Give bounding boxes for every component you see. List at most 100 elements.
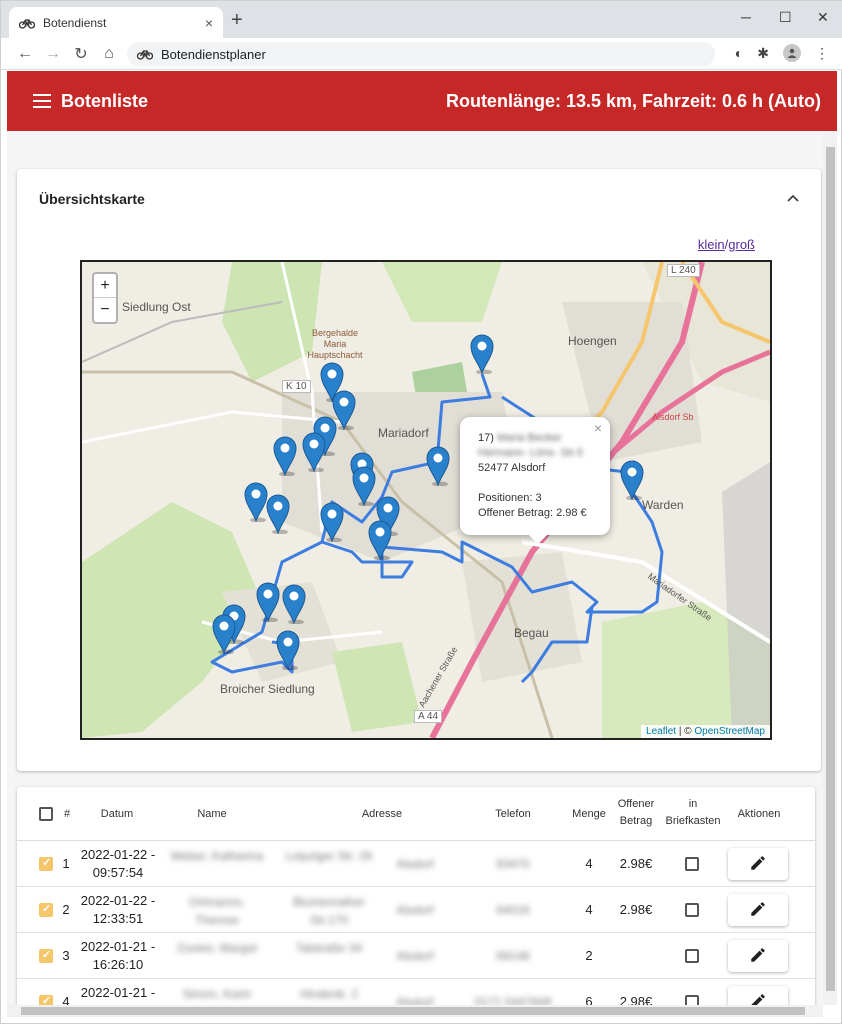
popup-name: Maria Becker [496, 432, 562, 444]
edit-button[interactable] [728, 848, 788, 880]
maximize-button[interactable]: ☐ [779, 9, 792, 26]
zoom-out-button[interactable]: − [94, 298, 116, 322]
vertical-scrollbar[interactable] [823, 131, 837, 1005]
route-map[interactable]: Siedlung Ost Hoengen Mariadorf Warden Be… [80, 260, 772, 740]
app-header: Botenliste Routenlänge: 13.5 km, Fahrzei… [7, 71, 837, 131]
row-quantity: 4 [585, 856, 593, 871]
chevron-up-icon[interactable] [787, 189, 799, 205]
map-marker-icon[interactable] [470, 334, 494, 374]
row-select-checkbox[interactable] [39, 856, 53, 871]
page-title: Botenliste [61, 90, 149, 111]
map-marker-icon[interactable] [276, 630, 300, 670]
pencil-icon [749, 946, 767, 967]
tab-strip: Botendienst × + ─ ☐ ✕ [1, 1, 842, 38]
row-date-day: 2022-01-22 - [80, 847, 156, 862]
select-all-checkbox[interactable] [39, 807, 53, 821]
map-card: Übersichtskarte klein/groß Siedlung Ost … [17, 169, 821, 771]
row-mailbox-checkbox[interactable] [685, 903, 699, 917]
row-date-time: 12:33:51 [92, 911, 144, 926]
map-marker-icon[interactable] [620, 460, 644, 500]
header-briefkasten-label: Briefkasten [665, 815, 721, 827]
row-mailbox-checkbox[interactable] [685, 857, 699, 871]
tab-close-icon[interactable]: × [205, 15, 213, 31]
row-date-day: 2022-01-21 - [80, 939, 156, 954]
row-number: 3 [62, 948, 70, 963]
home-icon[interactable]: ⌂ [95, 45, 123, 63]
map-marker-icon[interactable] [266, 494, 290, 534]
profile-avatar-icon[interactable] [783, 44, 801, 62]
row-name: Zucker, Margot [163, 939, 271, 957]
back-icon[interactable]: ← [11, 45, 39, 63]
row-number: 2 [62, 902, 70, 917]
vertical-scroll-thumb[interactable] [826, 147, 835, 991]
route-info: Routenlänge: 13.5 km, Fahrzeit: 0.6 h (A… [445, 90, 821, 111]
hamburger-menu-icon[interactable] [33, 94, 51, 108]
close-window-button[interactable]: ✕ [817, 9, 829, 26]
row-date-time: 16:26:10 [92, 957, 144, 972]
menu-dots-icon[interactable]: ⋮ [815, 45, 829, 62]
map-label-hoengen: Hoengen [568, 334, 617, 348]
map-marker-icon[interactable] [352, 466, 376, 506]
row-street-line1: Talstraße 34 [295, 941, 363, 955]
pencil-icon [749, 854, 767, 875]
forward-icon[interactable]: → [39, 45, 67, 63]
header-adresse: Adresse [361, 808, 403, 820]
map-marker-icon[interactable] [368, 520, 392, 560]
popup-street: Hermann- Löns- Str.5 [478, 447, 584, 459]
map-label-begau: Begau [514, 626, 549, 640]
map-marker-icon[interactable] [302, 432, 326, 472]
reload-icon[interactable]: ↻ [67, 44, 95, 64]
map-size-large-link[interactable]: groß [728, 237, 755, 252]
map-size-links: klein/groß [698, 237, 755, 252]
header-menge: Menge [572, 808, 606, 820]
zoom-in-button[interactable]: + [94, 274, 116, 298]
map-marker-icon[interactable] [212, 614, 236, 654]
row-street-line2: Str.170 [309, 913, 349, 927]
row-select-checkbox[interactable] [39, 948, 53, 963]
map-label-bergehalde: Bergehalde Maria Hauptschacht [307, 328, 363, 360]
table-row: 3 2022-01-21 - 16:26:10 Zucker, Margot Talst… [17, 933, 815, 979]
reading-mode-icon[interactable]: ◐ [735, 45, 743, 61]
popup-close-icon[interactable]: × [594, 421, 602, 436]
row-phone: 64016 [496, 903, 530, 917]
row-street: Blumenrather Str.170 [279, 893, 379, 929]
popup-positions: Positionen: 3 [478, 492, 542, 504]
row-name: Weber, Katharina [163, 847, 271, 865]
minimize-button[interactable]: ─ [741, 9, 751, 25]
main-content: Übersichtskarte klein/groß Siedlung Ost … [7, 131, 823, 1013]
address-bar[interactable]: Botendienstplaner [127, 42, 715, 66]
row-name: Ortmanns, Therese [163, 893, 271, 929]
row-name: Simon, Karin [163, 985, 271, 1003]
map-marker-icon[interactable] [244, 482, 268, 522]
header-betrag: Betrag [619, 815, 653, 827]
map-marker-icon[interactable] [426, 446, 450, 486]
horizontal-scrollbar[interactable] [7, 1005, 823, 1017]
row-city: Alsdorf [396, 857, 434, 871]
map-marker-icon[interactable] [282, 584, 306, 624]
edit-button[interactable] [728, 894, 788, 926]
map-marker-icon[interactable] [273, 436, 297, 476]
row-name-line1: Weber, Katharina [170, 849, 264, 863]
horizontal-scroll-thumb[interactable] [21, 1007, 805, 1015]
leaflet-link[interactable]: Leaflet [646, 726, 676, 737]
bicycle-icon [137, 48, 153, 60]
browser-tab[interactable]: Botendienst × [9, 7, 223, 38]
map-size-small-link[interactable]: klein [698, 237, 725, 252]
row-select-checkbox[interactable] [39, 902, 53, 917]
extensions-icon[interactable]: ✱ [757, 45, 769, 62]
map-marker-icon[interactable] [320, 502, 344, 542]
map-marker-icon[interactable] [256, 582, 280, 622]
row-date: 2022-01-22 - 12:33:51 [75, 892, 161, 928]
address-text: Botendienstplaner [161, 46, 266, 62]
zoom-control: + − [92, 272, 118, 324]
edit-button[interactable] [728, 940, 788, 972]
row-number: 1 [62, 856, 70, 871]
row-mailbox-checkbox[interactable] [685, 949, 699, 963]
openstreetmap-link[interactable]: OpenStreetMap [694, 726, 765, 737]
row-quantity: 4 [585, 902, 593, 917]
row-date: 2022-01-21 - 16:26:10 [75, 938, 161, 974]
row-street: Hindenb. 2 [279, 985, 379, 1003]
new-tab-button[interactable]: + [231, 10, 243, 30]
attribution-separator: | © [676, 726, 695, 737]
row-date: 2022-01-22 - 09:57:54 [75, 846, 161, 882]
